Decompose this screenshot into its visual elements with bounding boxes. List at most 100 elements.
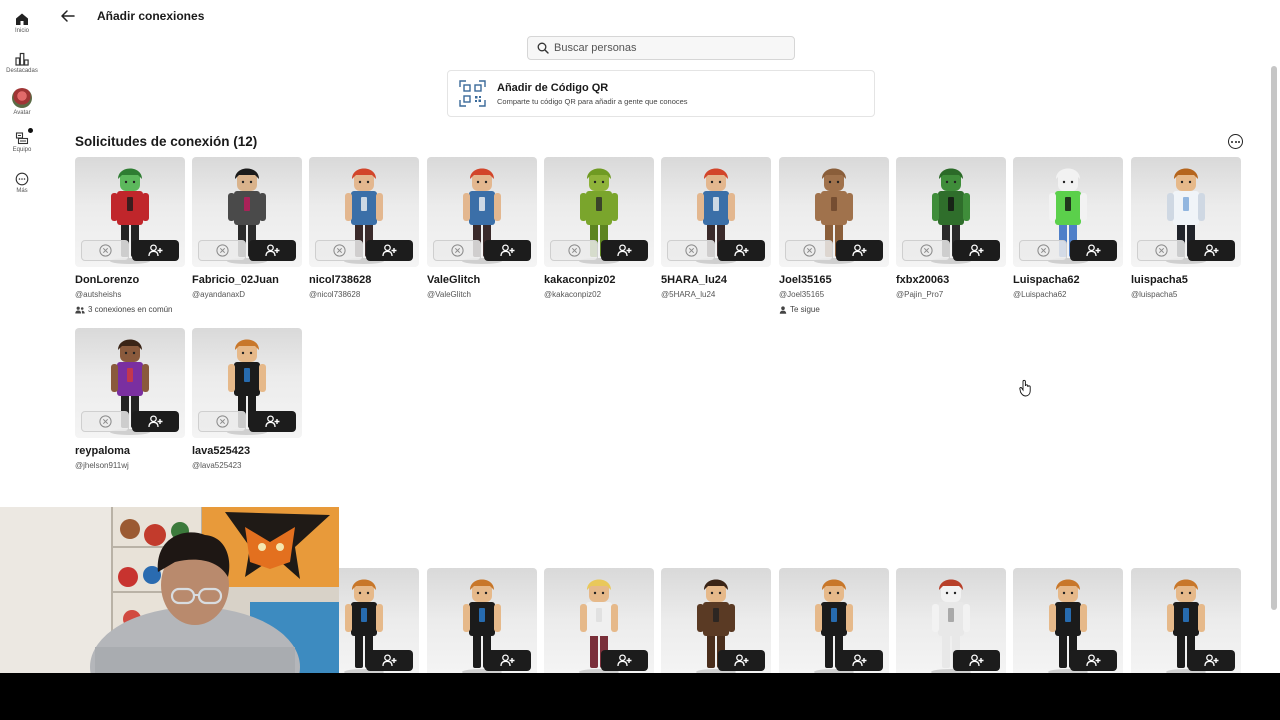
accept-button[interactable] [953, 240, 1000, 261]
request-card[interactable]: kakaconpiz02 @kakaconpiz02 [544, 157, 654, 299]
avatar-thumbnail[interactable] [427, 157, 537, 267]
decline-button[interactable] [1019, 240, 1067, 261]
add-friend-button[interactable] [484, 650, 531, 671]
request-card[interactable]: reypaloma @jhelson911wj [75, 328, 185, 470]
decline-icon [215, 244, 229, 257]
decline-button[interactable] [785, 240, 833, 261]
decline-button[interactable] [315, 240, 363, 261]
request-username[interactable]: kakaconpiz02 [544, 274, 654, 286]
request-username[interactable]: reypaloma [75, 445, 185, 457]
avatar-thumbnail[interactable] [544, 157, 654, 267]
nav-item-charts[interactable]: Destacadas [0, 52, 44, 74]
decline-button[interactable] [667, 240, 715, 261]
request-handle: @Luispacha62 [1013, 290, 1067, 299]
dot [1234, 140, 1237, 143]
add-friend-button[interactable] [953, 650, 1000, 671]
more-options-button[interactable] [1228, 134, 1243, 149]
request-username[interactable]: Joel35165 [779, 274, 889, 286]
nav-item-home[interactable]: Inicio [0, 12, 44, 34]
avatar-thumbnail[interactable] [309, 157, 419, 267]
request-handle: @lava525423 [192, 461, 242, 470]
decline-button[interactable] [81, 240, 129, 261]
decline-button[interactable] [81, 411, 129, 432]
request-card[interactable]: Joel35165 @Joel35165 Te sigue [779, 157, 889, 314]
accept-button[interactable] [718, 240, 765, 261]
request-card[interactable]: DonLorenzo @autsheishs 3 conexiones en c… [75, 157, 185, 314]
avatar-thumbnail[interactable] [1013, 157, 1123, 267]
request-username[interactable]: luispacha5 [1131, 274, 1241, 286]
request-handle: @autsheishs [75, 290, 122, 299]
add-friend-button[interactable] [1188, 650, 1235, 671]
add-friend-icon [969, 244, 984, 257]
accept-button[interactable] [249, 240, 296, 261]
suggestion-card[interactable] [1013, 568, 1123, 673]
accept-button[interactable] [1188, 240, 1235, 261]
search-box[interactable] [527, 36, 795, 60]
request-username[interactable]: Luispacha62 [1013, 274, 1123, 286]
add-friend-button[interactable] [718, 650, 765, 671]
nav-item-inventory[interactable]: Equipo [0, 131, 44, 153]
accept-button[interactable] [484, 240, 531, 261]
suggestion-card[interactable] [661, 568, 771, 673]
avatar-thumbnail[interactable] [661, 157, 771, 267]
page-title: Añadir conexiones [97, 9, 205, 23]
request-card[interactable]: Luispacha62 @Luispacha62 [1013, 157, 1123, 299]
accept-button[interactable] [601, 240, 648, 261]
accept-button[interactable] [132, 411, 179, 432]
request-card[interactable]: nicol738628 @nicol738628 [309, 157, 419, 299]
search-input[interactable] [554, 42, 774, 54]
scrollbar[interactable] [1271, 66, 1277, 610]
nav-item-more[interactable]: Más [0, 172, 44, 194]
nav-item-avatar[interactable]: Avatar [0, 88, 44, 116]
add-friend-button[interactable] [366, 650, 413, 671]
avatar-thumbnail[interactable] [896, 157, 1006, 267]
person-icon [779, 305, 787, 314]
decline-button[interactable] [198, 411, 246, 432]
request-card[interactable]: Fabricio_02Juan @ayandanaxD [192, 157, 302, 299]
request-username[interactable]: DonLorenzo [75, 274, 185, 286]
request-card[interactable]: 5HARA_lu24 @5HARA_lu24 [661, 157, 771, 299]
add-friend-button[interactable] [1070, 650, 1117, 671]
suggestion-card[interactable] [544, 568, 654, 673]
decline-icon [98, 244, 112, 257]
request-card[interactable]: luispacha5 @luispacha5 [1131, 157, 1241, 299]
request-username[interactable]: ValeGlitch [427, 274, 537, 286]
decline-button[interactable] [433, 240, 481, 261]
add-friend-button[interactable] [601, 650, 648, 671]
decline-button[interactable] [902, 240, 950, 261]
inventory-icon [15, 132, 29, 145]
suggestion-card[interactable] [1131, 568, 1241, 673]
decline-button[interactable] [550, 240, 598, 261]
accept-button[interactable] [249, 411, 296, 432]
suggestion-card[interactable] [779, 568, 889, 673]
request-username[interactable]: lava525423 [192, 445, 302, 457]
request-card[interactable]: lava525423 @lava525423 [192, 328, 302, 470]
decline-button[interactable] [198, 240, 246, 261]
request-handle: @luispacha5 [1131, 290, 1178, 299]
avatar-thumbnail[interactable] [75, 157, 185, 267]
request-card[interactable]: fxbx20063 @Pajin_Pro7 [896, 157, 1006, 299]
avatar-thumbnail[interactable] [779, 157, 889, 267]
request-handle: @nicol738628 [309, 290, 361, 299]
request-username[interactable]: 5HARA_lu24 [661, 274, 771, 286]
suggestion-card[interactable] [427, 568, 537, 673]
accept-button[interactable] [836, 240, 883, 261]
accept-button[interactable] [366, 240, 413, 261]
accept-button[interactable] [1070, 240, 1117, 261]
avatar-thumbnail[interactable] [75, 328, 185, 438]
add-friend-button[interactable] [836, 650, 883, 671]
avatar-thumbnail[interactable] [192, 328, 302, 438]
back-button[interactable] [58, 8, 78, 24]
request-username[interactable]: Fabricio_02Juan [192, 274, 302, 286]
avatar-thumbnail[interactable] [192, 157, 302, 267]
suggestion-card[interactable] [896, 568, 1006, 673]
avatar-thumbnail[interactable] [1131, 157, 1241, 267]
add-qr-code-card[interactable]: Añadir de Código QR Comparte tu código Q… [447, 70, 875, 117]
request-card[interactable]: ValeGlitch @ValeGlitch [427, 157, 537, 299]
accept-button[interactable] [132, 240, 179, 261]
request-username[interactable]: nicol738628 [309, 274, 419, 286]
request-handle: @Joel35165 [779, 290, 825, 299]
request-username[interactable]: fxbx20063 [896, 274, 1006, 286]
decline-icon [919, 244, 933, 257]
decline-button[interactable] [1137, 240, 1185, 261]
